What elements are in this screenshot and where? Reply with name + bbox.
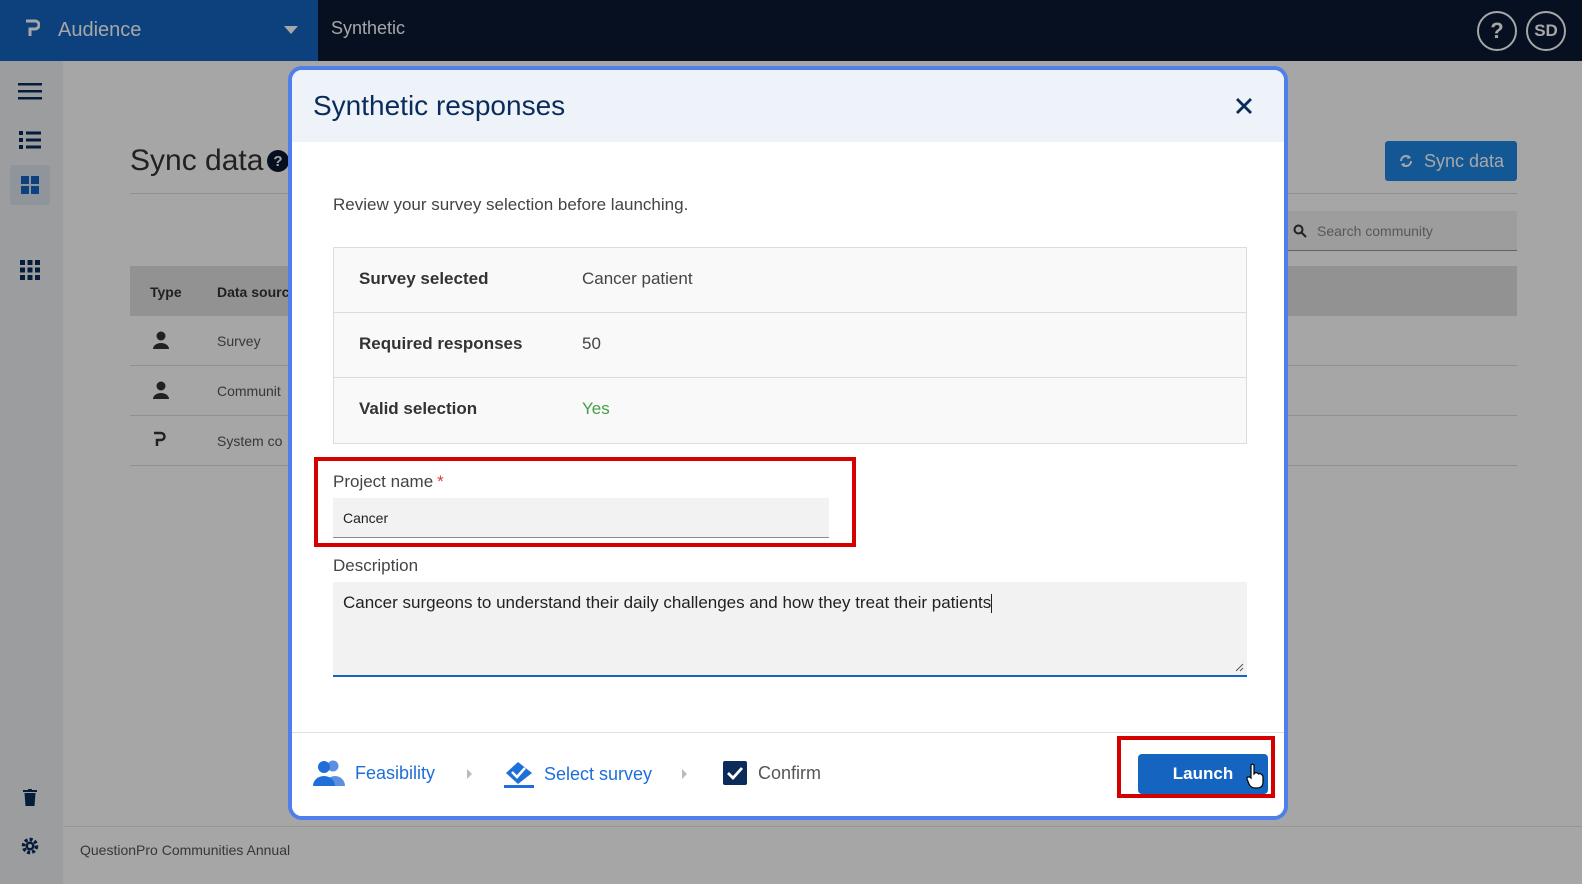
summary-row-survey: Survey selected Cancer patient xyxy=(334,248,1246,313)
step-feasibility[interactable]: Feasibility xyxy=(313,760,435,786)
step-separator-icon xyxy=(682,769,687,779)
summary-value: Cancer patient xyxy=(582,269,693,288)
hand-cursor-icon xyxy=(1246,763,1264,789)
dialog-title: Synthetic responses xyxy=(313,90,566,121)
selection-summary: Survey selected Cancer patient Required … xyxy=(333,247,1247,444)
synthetic-responses-dialog: Synthetic responses Review your survey s… xyxy=(288,66,1288,820)
checkbox-checked-icon xyxy=(723,761,747,785)
step-label: Confirm xyxy=(758,762,822,783)
summary-label: Required responses xyxy=(359,334,523,353)
description-label: Description xyxy=(333,556,419,575)
summary-label: Valid selection xyxy=(359,399,478,418)
summary-label: Survey selected xyxy=(359,269,489,288)
summary-row-required-responses: Required responses 50 xyxy=(334,313,1246,378)
intro-text: Review your survey selection before laun… xyxy=(333,195,689,214)
summary-value: 50 xyxy=(582,334,601,353)
step-label: Feasibility xyxy=(355,762,436,783)
close-icon[interactable] xyxy=(1234,96,1254,116)
project-name-highlight xyxy=(314,457,856,547)
survey-check-icon xyxy=(504,762,534,788)
text-cursor xyxy=(991,594,993,614)
summary-row-valid-selection: Valid selection Yes xyxy=(334,378,1246,443)
description-text: Cancer surgeons to understand their dail… xyxy=(343,593,992,612)
step-label: Select survey xyxy=(544,763,653,784)
step-select-survey[interactable]: Select survey xyxy=(504,760,652,788)
resize-handle-icon[interactable] xyxy=(1234,662,1244,672)
users-icon xyxy=(313,760,345,786)
step-separator-icon xyxy=(467,769,472,779)
summary-value: Yes xyxy=(582,399,610,418)
description-textarea[interactable]: Cancer surgeons to understand their dail… xyxy=(333,582,1247,677)
dialog-header: Synthetic responses xyxy=(292,70,1284,142)
step-confirm[interactable]: Confirm xyxy=(722,760,821,786)
